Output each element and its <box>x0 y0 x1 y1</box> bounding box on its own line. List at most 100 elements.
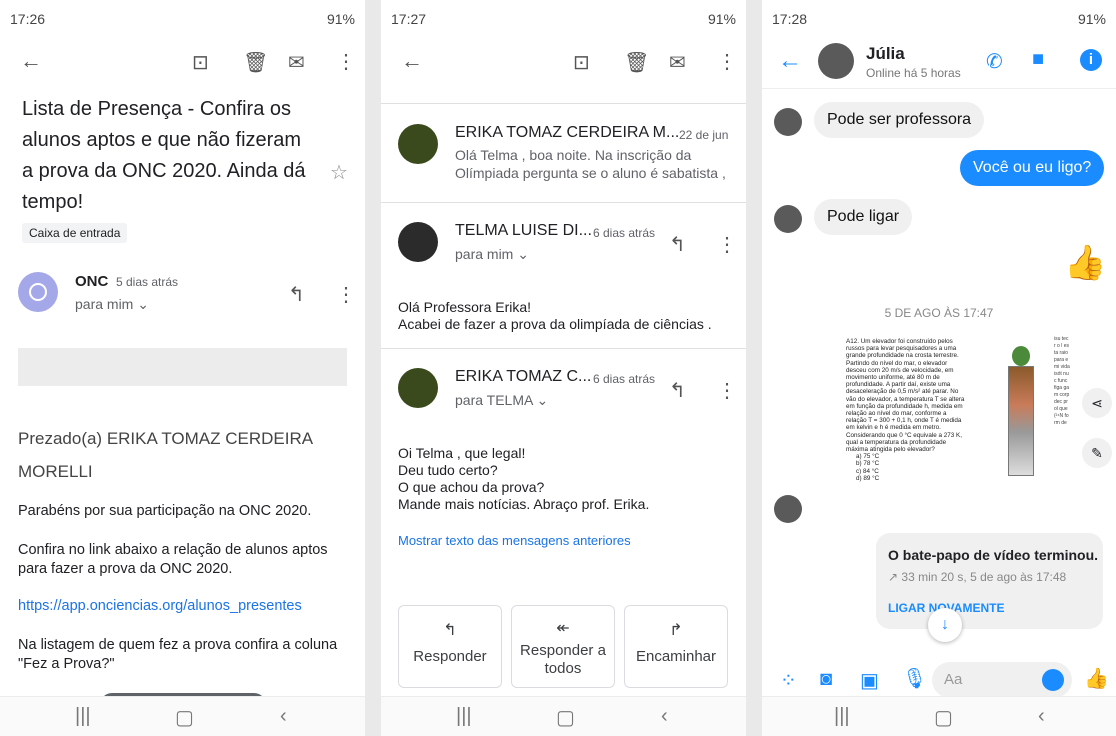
gallery-icon[interactable]: ▣ <box>860 668 879 693</box>
cut-text-column: isu tecr o l esta raio para emi vida isó… <box>1054 336 1070 426</box>
reply-all-button[interactable]: ↞ Responder a todos <box>511 605 615 688</box>
back-icon[interactable]: ‹ <box>661 705 668 728</box>
m3-recipient[interactable]: para TELMA ⌄ <box>455 392 548 409</box>
archive-icon[interactable]: ⊡ <box>573 50 590 75</box>
message-received[interactable]: Pode ser professora <box>814 102 985 138</box>
question-text: A12. Um elevador foi construído pelos rus… <box>846 338 1006 482</box>
more-vert-icon[interactable]: ⋮ <box>717 232 737 257</box>
question-line: vão do elevador, a temperatura T se alte… <box>846 395 965 403</box>
contact-avatar-small <box>774 108 802 136</box>
home-icon[interactable]: ▢ <box>934 705 953 730</box>
home-icon[interactable]: ▢ <box>556 705 575 730</box>
status-bar: 17:26 91% <box>0 0 365 38</box>
mail-icon[interactable]: ✉ <box>288 50 305 75</box>
info-icon[interactable]: i <box>1080 49 1102 71</box>
sender-avatar <box>398 124 438 164</box>
apps-grid-icon[interactable]: ⁘ <box>780 668 797 693</box>
m2-recipient[interactable]: para mim ⌄ <box>455 246 529 263</box>
presence-link[interactable]: https://app.onciencias.org/alunos_presen… <box>18 598 302 614</box>
reply-label: Responder <box>413 648 487 665</box>
status-time: 17:26 <box>10 11 46 27</box>
recipient-text: para mim <box>75 296 134 312</box>
camera-icon[interactable]: ◙ <box>820 668 832 691</box>
m1-snippet[interactable]: Olá Telma , boa noite. Na inscrição da O… <box>455 146 730 182</box>
question-line: desaceleração de 0,5 m/s² até parar. No <box>846 388 959 396</box>
reply-button[interactable]: ↰ Responder <box>398 605 502 688</box>
contact-avatar[interactable] <box>818 43 854 79</box>
trash-icon[interactable]: 🗑 <box>243 50 268 75</box>
question-line: d) 89 °C <box>856 474 880 482</box>
m3-line1: Oi Telma , que legal! <box>398 445 526 461</box>
question-line: Partindo do nível do mar, o elevador <box>846 359 948 367</box>
back-arrow-icon[interactable]: ← <box>778 47 802 75</box>
back-icon[interactable]: ‹ <box>280 705 287 728</box>
phone-call-icon[interactable]: ✆ <box>986 49 1003 74</box>
microphone-icon[interactable]: 🎙 <box>902 666 927 691</box>
question-line: c) 84 °C <box>856 467 879 475</box>
recents-icon[interactable]: ||| <box>456 705 472 728</box>
shared-image[interactable]: A12. Um elevador foi construído pelos rus… <box>842 336 1092 522</box>
question-line: russos para levar pesquisadores a uma <box>846 345 957 353</box>
question-line: Considerando que 0 °C equivale a 273 K, <box>846 431 962 439</box>
share-icon[interactable]: ⋖ <box>1082 388 1112 418</box>
question-line: em kelvin e h é medida em metro. <box>846 424 941 432</box>
home-icon[interactable]: ▢ <box>175 705 194 730</box>
edit-icon[interactable]: ✎ <box>1082 438 1112 468</box>
m3-to-text: para TELMA <box>455 392 533 408</box>
call-ended-card[interactable]: O bate-papo de vídeo terminou. ↗ 33 min … <box>876 533 1103 629</box>
paragraph-3: Na listagem de quem fez a prova confira … <box>18 637 338 672</box>
reply-icon[interactable]: ↰ <box>669 232 686 257</box>
m1-date: 22 de jun <box>679 128 729 142</box>
recents-icon[interactable]: ||| <box>834 705 850 728</box>
scroll-down-button[interactable]: ↓ <box>928 608 962 642</box>
m2-sender: TELMA LUISE DI... <box>455 222 592 239</box>
archive-icon[interactable]: ⊡ <box>192 50 209 75</box>
gmail-screen-onc: 17:26 91% ← ⊡ 🗑 ✉ ⋮ Lista de Presença - C… <box>0 0 365 736</box>
inbox-label[interactable]: Caixa de entrada <box>22 223 128 243</box>
paragraph-2: Confira no link abaixo a relação de alun… <box>18 542 328 577</box>
like-icon[interactable]: 👍 <box>1084 666 1109 691</box>
back-arrow-icon[interactable]: ← <box>20 48 42 74</box>
more-vert-icon[interactable]: ⋮ <box>717 49 737 74</box>
trash-icon[interactable]: 🗑 <box>624 50 649 75</box>
image-placeholder <box>18 348 347 386</box>
reply-all-label: Responder a todos <box>520 642 606 677</box>
forward-button[interactable]: ↱ Encaminhar <box>624 605 728 688</box>
message-sent[interactable]: Você ou eu ligo? <box>960 150 1105 186</box>
message-received[interactable]: Pode ligar <box>814 199 913 235</box>
video-call-icon[interactable]: ■ <box>1032 48 1044 71</box>
status-bar: 17:27 91% <box>381 0 746 38</box>
m2-date: 6 dias atrás <box>593 226 656 240</box>
question-line: movimento uniforme, até 80 m de <box>846 374 940 382</box>
question-line: desceu com 20 m/s de velocidade, em <box>846 366 954 374</box>
soil-diagram <box>1008 366 1034 476</box>
back-icon[interactable]: ‹ <box>1038 705 1045 728</box>
show-previous-link[interactable]: Mostrar texto das mensagens anteriores <box>398 533 631 548</box>
thumbs-up-sticker[interactable]: 👍 <box>1064 243 1106 283</box>
contact-name[interactable]: Júlia <box>866 44 905 64</box>
battery-level: 91% <box>326 11 355 27</box>
recipient-toggle[interactable]: para mim ⌄ <box>75 296 149 313</box>
m1-sender: ERIKA TOMAZ CERDEIRA M... <box>455 124 680 141</box>
star-icon[interactable]: ☆ <box>330 160 348 185</box>
more-vert-icon[interactable]: ⋮ <box>717 378 737 403</box>
emoji-icon[interactable] <box>1042 669 1064 691</box>
more-vert-icon[interactable]: ⋮ <box>336 282 356 307</box>
back-arrow-icon[interactable]: ← <box>401 48 423 74</box>
status-time: 17:27 <box>391 11 427 27</box>
status-time: 17:28 <box>772 11 808 27</box>
question-line: qual a temperatura da profundidade <box>846 438 947 446</box>
tree-icon <box>1012 346 1030 366</box>
more-vert-icon[interactable]: ⋮ <box>336 49 356 74</box>
m3-sender: ERIKA TOMAZ C... <box>455 368 592 385</box>
question-line: profundidade. A partir daí, existe uma <box>846 381 951 389</box>
reply-icon[interactable]: ↰ <box>669 378 686 403</box>
email-time: 5 dias atrás <box>116 275 179 289</box>
recents-icon[interactable]: ||| <box>75 705 91 728</box>
contact-avatar-small <box>774 495 802 523</box>
reply-icon[interactable]: ↰ <box>288 282 305 307</box>
mail-icon[interactable]: ✉ <box>669 50 686 75</box>
m3-line2: Deu tudo certo? <box>398 462 498 478</box>
battery-level: 91% <box>707 11 736 27</box>
system-nav-bar: ||| ▢ ‹ <box>762 696 1116 736</box>
